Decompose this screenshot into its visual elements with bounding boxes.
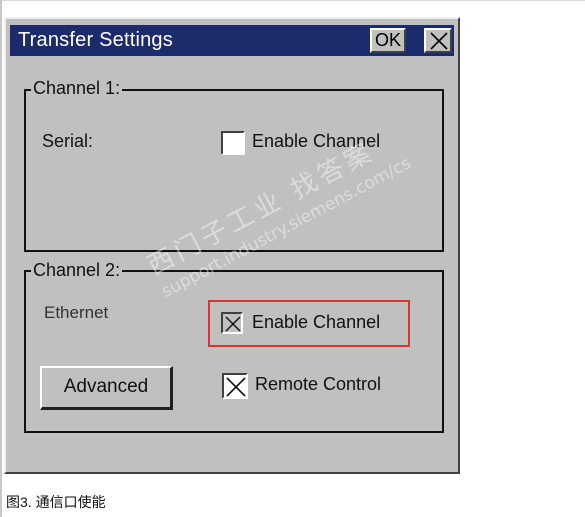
dialog-title: Transfer Settings [18, 29, 173, 51]
channel1-enable-checkbox[interactable] [221, 131, 245, 155]
close-button[interactable] [424, 28, 452, 53]
remote-control-label: Remote Control [255, 374, 382, 394]
page-left-rule [0, 0, 2, 517]
remote-control-checkbox[interactable] [222, 373, 248, 399]
channel2-interface-label: Ethernet [44, 303, 109, 322]
ok-button[interactable]: OK [370, 28, 406, 53]
channel1-interface-label: Serial: [42, 131, 94, 151]
channel2-enable-label: Enable Channel [252, 312, 381, 332]
page-top-rule [0, 0, 585, 1]
channel1-enable-label: Enable Channel [252, 131, 381, 151]
channel1-label: Channel 1: [31, 78, 123, 99]
channel1-group [24, 89, 444, 252]
channel2-label: Channel 2: [31, 260, 123, 281]
check-x-icon [226, 377, 246, 397]
check-x-icon [225, 316, 241, 332]
channel2-enable-checkbox[interactable] [221, 312, 243, 334]
dialog-titlebar: Transfer Settings OK [10, 25, 454, 56]
advanced-button[interactable]: Advanced [40, 366, 173, 410]
figure-caption: 图3. 通信口使能 [6, 494, 106, 510]
